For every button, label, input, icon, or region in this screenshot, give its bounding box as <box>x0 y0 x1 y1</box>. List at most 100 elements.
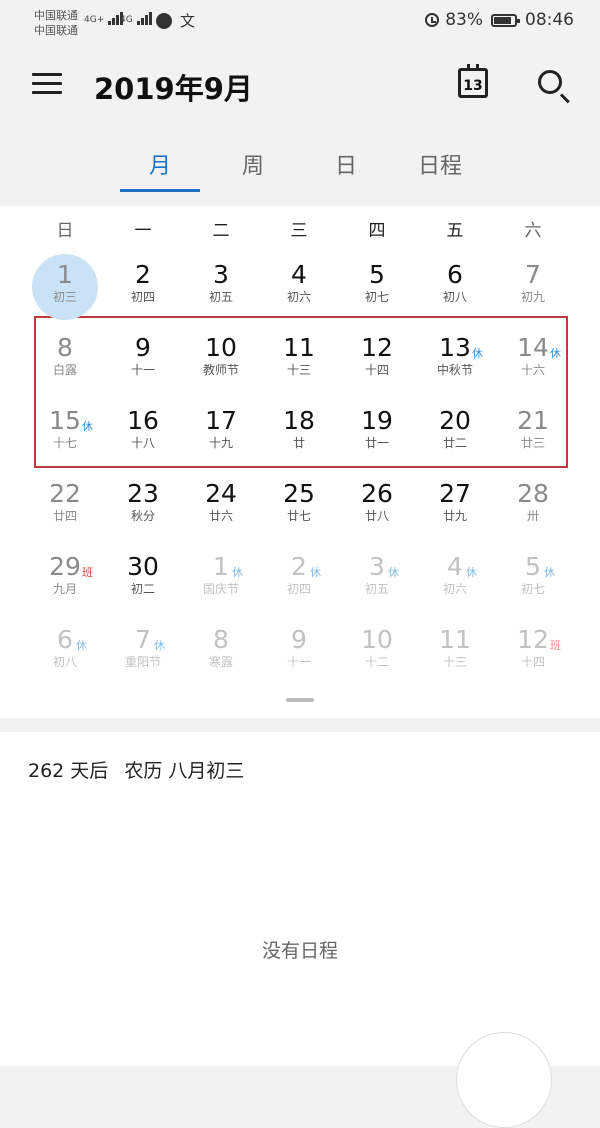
carrier-info: 中国联通 中国联通 <box>34 8 78 38</box>
lunar-label: 廿 <box>292 436 305 450</box>
app-header: 2019年9月 13 <box>0 44 600 128</box>
alarm-icon <box>425 13 440 27</box>
day-cell[interactable]: 2 初四 休 <box>260 542 338 615</box>
day-cell[interactable]: 28 卅 <box>494 469 572 542</box>
day-cell[interactable]: 4 初六 休 <box>416 542 494 615</box>
tab-month[interactable]: 月 <box>120 148 200 180</box>
day-number: 1 <box>57 260 73 289</box>
lunar-label: 初六 <box>286 290 311 304</box>
workday-badge: 班 <box>550 639 561 652</box>
day-cell[interactable]: 12 十四 <box>338 323 416 396</box>
day-cell[interactable]: 18 廿 <box>260 396 338 469</box>
day-cell[interactable]: 9 十一 <box>260 615 338 688</box>
day-number: 20 <box>439 406 471 435</box>
day-number: 12 <box>361 333 393 362</box>
day-cell[interactable]: 27 廿九 <box>416 469 494 542</box>
lunar-label: 廿七 <box>286 509 311 523</box>
tab-week[interactable]: 周 <box>213 148 293 180</box>
month-grid: 日 一 二 三 四 五 六 1 初三 2 初四 3 初五 4 初六 5 初七 6 初八 7 初九 8 白露 9 十… <box>0 206 600 718</box>
day-cell[interactable]: 6 初八 <box>416 250 494 323</box>
day-cell[interactable]: 14 十六休 <box>494 323 572 396</box>
day-cell[interactable]: 7 初九 <box>494 250 572 323</box>
tab-agenda[interactable]: 日程 <box>400 148 480 180</box>
lunar-label: 廿三 <box>520 436 545 450</box>
day-number: 26 <box>361 479 393 508</box>
day-number: 4 <box>447 552 463 581</box>
lunar-label: 十一 <box>130 363 155 377</box>
search-icon[interactable] <box>538 70 562 94</box>
drag-handle[interactable] <box>286 698 314 702</box>
weekday-wed: 三 <box>290 221 308 241</box>
day-cell[interactable]: 1 初三 <box>26 250 104 323</box>
day-cell[interactable]: 11 十三 <box>260 323 338 396</box>
day-number: 16 <box>127 406 159 435</box>
day-cell[interactable]: 20 廿二 <box>416 396 494 469</box>
day-cell[interactable]: 24 廿六 <box>182 469 260 542</box>
day-cell[interactable]: 8 白露 <box>26 323 104 396</box>
day-cell[interactable]: 29 九月班 <box>26 542 104 615</box>
day-cell[interactable]: 5 初七 <box>338 250 416 323</box>
day-cell[interactable]: 12 十四班 <box>494 615 572 688</box>
lunar-label: 初二 <box>130 582 155 596</box>
day-cell[interactable]: 16 十八 <box>104 396 182 469</box>
day-cell[interactable]: 2 初四 <box>104 250 182 323</box>
day-cell[interactable]: 5 初七 休 <box>494 542 572 615</box>
day-cell[interactable]: 21 廿三 <box>494 396 572 469</box>
day-number: 7 <box>135 625 151 654</box>
day-cell[interactable]: 17 十九 <box>182 396 260 469</box>
lunar-label: 十三 <box>286 363 311 377</box>
day-cell[interactable]: 23 秋分 <box>104 469 182 542</box>
day-cell[interactable]: 3 初五 休 <box>338 542 416 615</box>
holiday-badge: 休 <box>232 566 243 579</box>
status-bar: 中国联通 中国联通 4G+ 4G 文 83% 08:46 <box>0 0 600 44</box>
day-cell[interactable]: 30 初二 <box>104 542 182 615</box>
day-number: 6 <box>447 260 463 289</box>
holiday-badge: 休 <box>82 420 93 433</box>
tab-day[interactable]: 日 <box>306 148 386 180</box>
menu-icon[interactable] <box>32 71 62 95</box>
lunar-label: 初六 <box>442 582 467 596</box>
lunar-label: 卅 <box>526 509 539 523</box>
day-cell[interactable]: 4 初六 <box>260 250 338 323</box>
lunar-label: 初四 <box>130 290 155 304</box>
day-cell[interactable]: 15 十七休 <box>26 396 104 469</box>
lunar-label: 十六 <box>520 363 545 377</box>
carrier-1-label: 中国联通 <box>34 9 78 22</box>
workday-badge: 班 <box>82 566 93 579</box>
day-cell[interactable]: 9 十一 <box>104 323 182 396</box>
lunar-label: 十八 <box>130 436 155 450</box>
signal-1-label: 4G+ <box>84 15 105 25</box>
day-cell[interactable]: 8 寒露 <box>182 615 260 688</box>
lunar-label: 秋分 <box>130 509 155 523</box>
month-title[interactable]: 2019年9月 <box>94 66 253 108</box>
lunar-label: 十四 <box>364 363 389 377</box>
day-cell[interactable]: 25 廿七 <box>260 469 338 542</box>
day-number: 8 <box>57 333 73 362</box>
signal-2-label: 4G <box>120 15 133 25</box>
day-number: 8 <box>213 625 229 654</box>
lunar-label: 初八 <box>52 655 77 669</box>
day-cell[interactable]: 26 廿八 <box>338 469 416 542</box>
day-cell[interactable]: 19 廿一 <box>338 396 416 469</box>
day-cell[interactable]: 22 廿四 <box>26 469 104 542</box>
day-cell[interactable]: 10 教师节 <box>182 323 260 396</box>
add-event-button[interactable] <box>456 1032 552 1128</box>
today-calendar-icon[interactable]: 13 <box>458 64 488 98</box>
globe-icon <box>156 13 172 29</box>
day-cell[interactable]: 10 十二 <box>338 615 416 688</box>
day-cell[interactable]: 11 十三 <box>416 615 494 688</box>
day-cell[interactable]: 1 国庆节 休 <box>182 542 260 615</box>
day-number: 1 <box>213 552 229 581</box>
carrier-2-label: 中国联通 <box>34 24 78 37</box>
day-cell[interactable]: 3 初五 <box>182 250 260 323</box>
day-cell[interactable]: 13 中秋节休 <box>416 323 494 396</box>
day-cell[interactable]: 7 重阳节 休 <box>104 615 182 688</box>
lunar-label: 廿八 <box>364 509 389 523</box>
lunar-label: 国庆节 <box>202 582 239 596</box>
day-number: 10 <box>361 625 393 654</box>
lunar-label: 初八 <box>442 290 467 304</box>
input-method-icon: 文 <box>180 12 196 30</box>
lunar-label: 初三 <box>52 290 77 304</box>
day-cell[interactable]: 6 初八 休 <box>26 615 104 688</box>
lunar-label: 寒露 <box>208 655 233 669</box>
